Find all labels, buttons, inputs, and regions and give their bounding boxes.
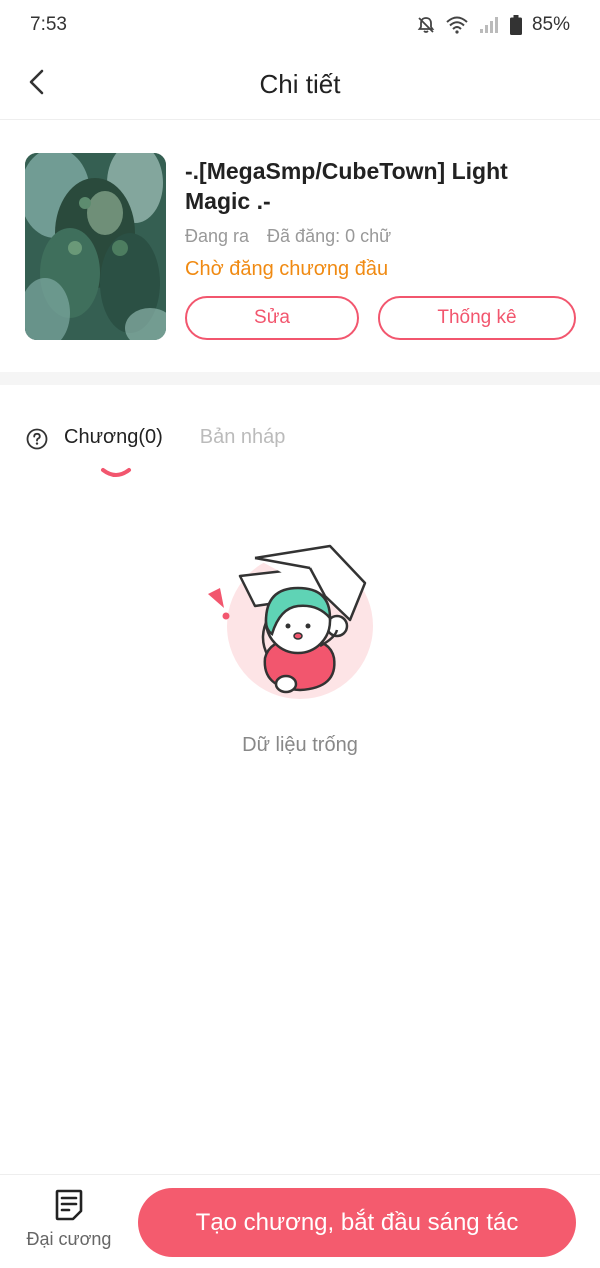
tab-chapters-label: Chương(0) <box>64 426 163 448</box>
active-tab-indicator <box>100 456 132 477</box>
back-button[interactable] <box>18 66 54 102</box>
status-time: 7:53 <box>30 14 67 35</box>
document-list-icon <box>22 1189 116 1221</box>
bottom-bar: Đại cương Tạo chương, bắt đầu sáng tác <box>0 1174 600 1268</box>
book-word-count: Đã đăng: 0 chữ <box>267 226 392 246</box>
outline-button[interactable]: Đại cương <box>22 1189 116 1250</box>
tab-drafts-label: Bản nháp <box>199 426 286 448</box>
book-cover-image[interactable] <box>25 153 166 340</box>
bell-off-icon <box>416 15 436 35</box>
empty-state-illustration <box>200 538 380 703</box>
battery-percent: 85% <box>531 14 570 35</box>
tab-drafts[interactable]: Bản nháp <box>200 420 286 454</box>
book-state: Đang ra <box>185 226 250 246</box>
question-circle-icon[interactable] <box>26 428 48 450</box>
app-header: Chi tiết <box>0 50 600 120</box>
create-chapter-button[interactable]: Tạo chương, bắt đầu sáng tác <box>138 1188 576 1257</box>
stats-button[interactable]: Thống kê <box>378 296 576 340</box>
edit-button[interactable]: Sửa <box>185 296 359 340</box>
book-card: -.[MegaSmp/CubeTown] Light Magic .- Đang… <box>0 120 600 372</box>
battery-icon <box>509 15 522 35</box>
section-divider <box>0 372 600 385</box>
book-title: -.[MegaSmp/CubeTown] Light Magic .- <box>185 158 508 214</box>
empty-state-text: Dữ liệu trống <box>242 734 358 756</box>
page-title: Chi tiết <box>259 69 341 99</box>
status-icons: 85% <box>416 14 570 36</box>
wifi-icon <box>446 16 468 34</box>
publish-status: Chờ đăng chương đầu <box>185 258 389 280</box>
signal-icon <box>478 16 500 34</box>
tab-chapters[interactable]: Chương(0) <box>64 420 163 477</box>
chapter-tabs: Chương(0) Bản nháp <box>26 420 322 477</box>
status-bar: 7:53 85% <box>0 0 600 50</box>
outline-label: Đại cương <box>26 1229 112 1249</box>
chevron-left-icon <box>27 68 45 101</box>
book-meta: Đang ra Đã đăng: 0 chữ <box>185 226 391 247</box>
